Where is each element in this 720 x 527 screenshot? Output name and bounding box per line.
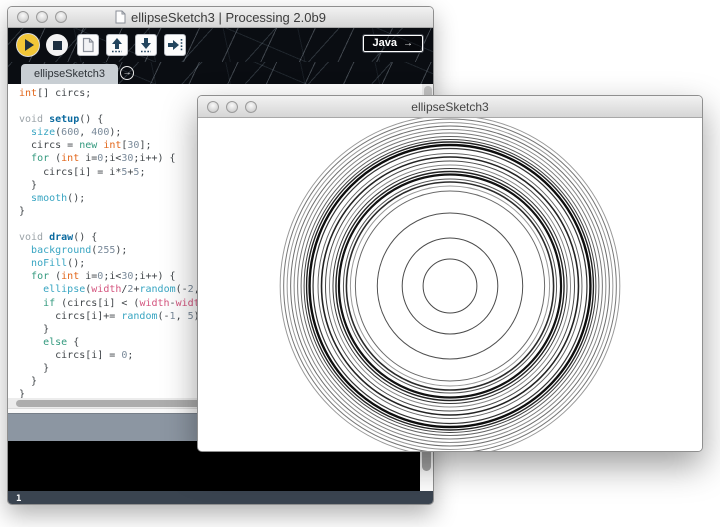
minimize-button[interactable] xyxy=(36,11,48,23)
sketch-canvas xyxy=(198,118,702,452)
export-arrow-right-icon xyxy=(167,38,183,52)
mode-label: Java xyxy=(373,37,397,49)
sketch-titlebar[interactable]: ellipseSketch3 xyxy=(198,96,702,118)
zoom-button[interactable] xyxy=(55,11,67,23)
tab-bar: ellipseSketch3 → xyxy=(8,62,433,84)
save-button[interactable] xyxy=(135,34,157,56)
window-controls xyxy=(17,11,67,23)
window-controls xyxy=(207,101,257,113)
ide-titlebar[interactable]: ellipseSketch3 | Processing 2.0b9 xyxy=(8,7,433,28)
mode-selector-button[interactable]: Java → xyxy=(363,35,423,52)
stop-icon xyxy=(53,41,62,50)
tab-menu-button[interactable]: → xyxy=(120,66,134,80)
new-file-icon xyxy=(81,37,95,53)
minimize-button[interactable] xyxy=(226,101,238,113)
save-arrow-down-icon xyxy=(139,37,153,53)
play-icon xyxy=(25,39,34,51)
ide-title-label: ellipseSketch3 | Processing 2.0b9 xyxy=(131,10,326,25)
stop-button[interactable] xyxy=(46,34,68,56)
tab-ellipsesketch3[interactable]: ellipseSketch3 xyxy=(21,64,118,84)
sketch-output-window: ellipseSketch3 xyxy=(197,95,703,452)
status-bar: 1 xyxy=(8,491,433,505)
concentric-circles-drawing xyxy=(198,118,702,452)
run-button[interactable] xyxy=(17,34,39,56)
new-sketch-button[interactable] xyxy=(77,34,99,56)
export-button[interactable] xyxy=(164,34,186,56)
tab-menu-arrow-icon: → xyxy=(123,67,132,77)
tab-label: ellipseSketch3 xyxy=(34,68,105,80)
open-button[interactable] xyxy=(106,34,128,56)
close-button[interactable] xyxy=(17,11,29,23)
line-number-indicator: 1 xyxy=(16,494,21,504)
document-icon xyxy=(115,10,126,24)
sketch-title-label: ellipseSketch3 xyxy=(411,100,488,114)
ide-title: ellipseSketch3 | Processing 2.0b9 xyxy=(8,10,433,25)
zoom-button[interactable] xyxy=(245,101,257,113)
toolbar: Java → xyxy=(8,28,433,62)
open-arrow-up-icon xyxy=(110,37,124,53)
mode-arrow-icon: → xyxy=(403,38,413,49)
close-button[interactable] xyxy=(207,101,219,113)
